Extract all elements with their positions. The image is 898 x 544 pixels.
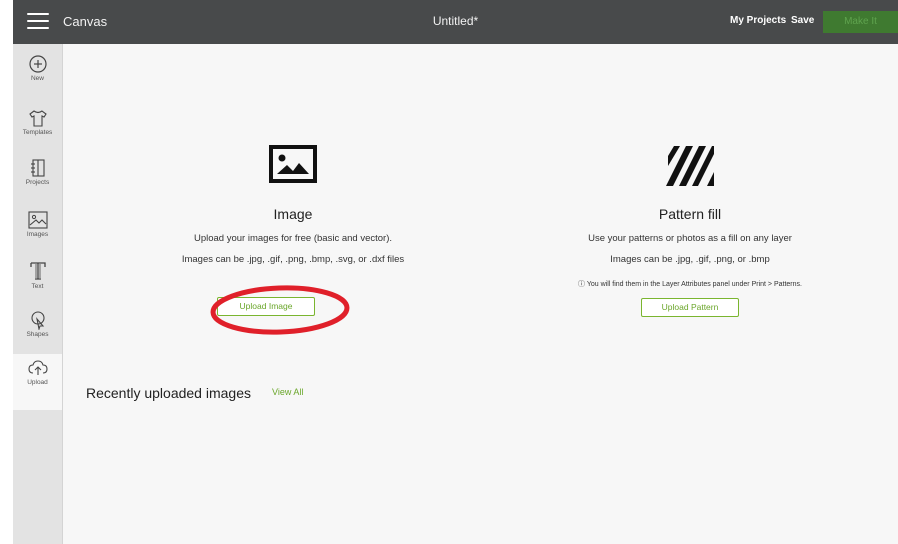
pattern-section-title: Pattern fill: [658, 206, 722, 222]
top-bar: Canvas Untitled* My Projects Save Make I…: [13, 0, 898, 44]
pattern-section-description: Use your patterns or photos as a fill on…: [588, 233, 792, 244]
left-edge-strip: [0, 0, 13, 544]
document-title[interactable]: Untitled*: [433, 14, 478, 28]
image-file-types: Images can be .jpg, .gif, .png, .bmp, .s…: [181, 254, 405, 265]
sidebar-item-new[interactable]: New: [13, 54, 62, 106]
save-link[interactable]: Save: [791, 15, 814, 26]
make-it-button[interactable]: Make It: [823, 11, 898, 33]
sidebar-item-upload[interactable]: Upload: [13, 354, 62, 410]
sidebar-item-label: Projects: [25, 179, 50, 186]
sidebar-item-label: Images: [26, 231, 49, 238]
image-icon: [27, 211, 48, 229]
app-name: Canvas: [63, 14, 108, 29]
shapes-icon: [30, 311, 45, 330]
sidebar-item-images[interactable]: Images: [13, 210, 62, 262]
recently-uploaded-heading: Recently uploaded images: [86, 385, 251, 401]
sidebar-item-label: Shapes: [26, 331, 49, 338]
sidebar-item-label: Upload: [27, 379, 48, 386]
sidebar-item-label: Text: [31, 283, 44, 290]
plus-circle-icon: [28, 55, 47, 73]
sidebar-item-label: Templates: [22, 129, 53, 136]
upload-image-button[interactable]: Upload Image: [217, 297, 315, 316]
image-section-description: Upload your images for free (basic and v…: [193, 233, 392, 244]
shirt-icon: [28, 110, 47, 127]
my-projects-link[interactable]: My Projects: [730, 15, 786, 26]
projects-icon: [30, 159, 45, 177]
sidebar-item-text[interactable]: Text: [13, 260, 62, 312]
image-icon: [269, 145, 317, 183]
upload-icon: [27, 360, 48, 375]
left-sidebar: New Templates Projects Images Text Shape…: [13, 44, 63, 544]
hamburger-menu-icon[interactable]: [27, 13, 49, 31]
pattern-stripes-icon: [666, 146, 714, 186]
pattern-file-types: Images can be .jpg, .gif, .png, or .bmp: [610, 254, 770, 265]
pattern-info-note: ⓘ You will find them in the Layer Attrib…: [578, 281, 802, 288]
text-icon: [29, 262, 46, 280]
sidebar-item-templates[interactable]: Templates: [13, 108, 62, 160]
upload-pattern-button[interactable]: Upload Pattern: [641, 298, 739, 317]
sidebar-item-label: New: [30, 75, 44, 82]
upload-panel: Image Upload your images for free (basic…: [63, 44, 898, 544]
image-section-title: Image: [273, 206, 313, 222]
sidebar-item-projects[interactable]: Projects: [13, 158, 62, 210]
view-all-link[interactable]: View All: [272, 387, 303, 397]
